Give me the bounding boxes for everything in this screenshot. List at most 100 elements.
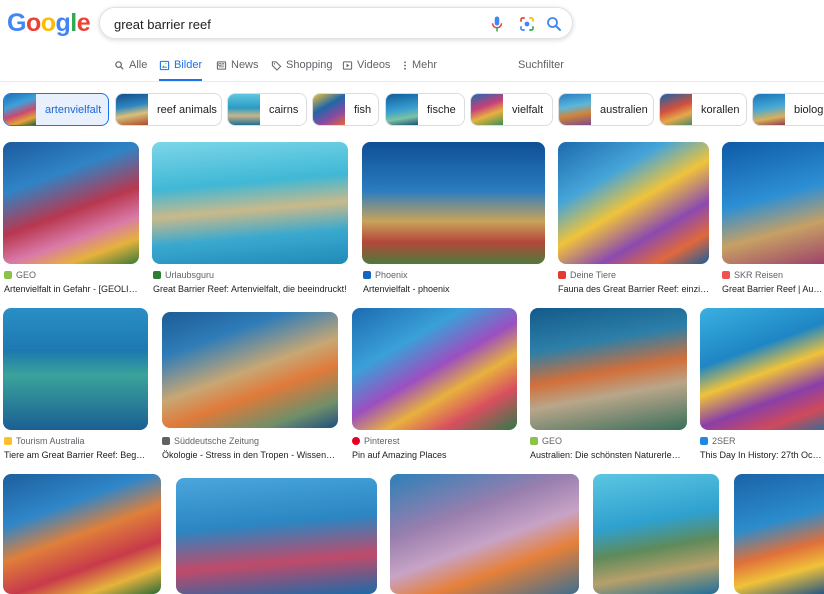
source-favicon	[722, 271, 730, 279]
chip-korallen[interactable]: korallen	[659, 93, 747, 126]
result-title[interactable]: This Day In History: 27th October	[700, 450, 824, 460]
result-image[interactable]	[3, 308, 148, 430]
tab-videos[interactable]: Videos	[342, 52, 390, 82]
lens-camera-icon[interactable]	[518, 15, 536, 33]
image-icon	[159, 60, 170, 71]
tab-label: Bilder	[174, 59, 203, 71]
chip-label: cairns	[269, 103, 299, 116]
result-source: SKR Reisen	[722, 270, 783, 280]
chip-cairns[interactable]: cairns	[227, 93, 307, 126]
source-favicon	[4, 271, 12, 279]
source-favicon	[4, 437, 12, 445]
result-image[interactable]	[530, 308, 687, 430]
result-title[interactable]: Great Barrier Reef: Artenvielfalt, die b…	[153, 284, 351, 294]
logo-letter: o	[25, 9, 41, 37]
chip-thumbnail	[4, 94, 36, 125]
source-name: Phoenix	[375, 270, 408, 280]
result-image[interactable]	[593, 474, 719, 594]
source-name: 2SER	[712, 436, 736, 446]
chip-label: reef animals	[157, 103, 217, 116]
result-image[interactable]	[734, 474, 824, 594]
result-source: Tourism Australia	[4, 436, 85, 446]
result-image[interactable]	[352, 308, 517, 430]
play-icon	[342, 61, 353, 70]
tab-label: News	[231, 59, 259, 71]
source-name: SKR Reisen	[734, 270, 784, 280]
chip-thumbnail	[313, 94, 345, 125]
result-title[interactable]: Australien: Die schönsten Naturerlebn...	[530, 450, 685, 460]
source-name: Urlaubsguru	[165, 270, 215, 280]
tabs-divider	[0, 81, 824, 82]
result-title[interactable]: Pin auf Amazing Places	[352, 450, 517, 460]
result-image[interactable]	[162, 312, 338, 428]
logo-letter: G	[7, 9, 26, 37]
suchfilter-label: Suchfilter	[518, 59, 564, 71]
result-image[interactable]	[390, 474, 579, 594]
result-image[interactable]	[558, 142, 709, 264]
result-title[interactable]: Artenvielfalt - phoenix	[363, 284, 548, 294]
search-icon	[115, 61, 124, 70]
chip-thumbnail	[228, 94, 260, 125]
google-logo[interactable]: Google	[7, 9, 91, 38]
result-image[interactable]	[3, 474, 161, 594]
suchfilter-button[interactable]: Suchfilter	[518, 52, 564, 82]
logo-letter: g	[55, 9, 71, 37]
result-source: Süddeutsche Zeitung	[162, 436, 259, 446]
source-name: Süddeutsche Zeitung	[174, 436, 260, 446]
source-favicon	[162, 437, 170, 445]
result-title[interactable]: Tiere am Great Barrier Reef: Begeg...	[4, 450, 146, 460]
search-box	[99, 7, 573, 39]
result-title[interactable]: Fauna des Great Barrier Reef: einziga...	[558, 284, 710, 294]
result-image[interactable]	[176, 478, 377, 594]
result-source: Pinterest	[352, 436, 400, 446]
source-favicon	[700, 437, 708, 445]
source-name: GEO	[542, 436, 563, 446]
source-favicon	[153, 271, 161, 279]
result-title[interactable]: Ökologie - Stress in den Tropen - Wissen…	[162, 450, 337, 460]
result-image[interactable]	[700, 308, 824, 430]
search-input[interactable]	[114, 15, 474, 33]
source-name: GEO	[16, 270, 37, 280]
pinterest-icon	[352, 437, 360, 445]
chip-fische[interactable]: fische	[385, 93, 465, 126]
chip-biologie[interactable]: biologie	[752, 93, 824, 126]
tab-news[interactable]: News	[216, 52, 259, 82]
tab-label: Videos	[357, 59, 391, 71]
tab-mehr[interactable]: Mehr	[402, 52, 437, 82]
chip-label: vielfalt	[512, 103, 544, 116]
chip-thumbnail	[116, 94, 148, 125]
chip-label: biologie	[794, 103, 824, 116]
chip-reef-animals[interactable]: reef animals	[115, 93, 222, 126]
source-name: Tourism Australia	[16, 436, 85, 446]
source-name: Deine Tiere	[570, 270, 617, 280]
tab-bilder[interactable]: Bilder	[159, 52, 203, 82]
more-vert-icon	[404, 61, 406, 70]
source-favicon	[558, 271, 566, 279]
result-image[interactable]	[362, 142, 545, 264]
result-title[interactable]: Artenvielfalt in Gefahr - [GEOLINO]	[4, 284, 144, 294]
result-image[interactable]	[3, 142, 139, 264]
result-source: Deine Tiere	[558, 270, 616, 280]
tab-alle[interactable]: Alle	[114, 52, 147, 82]
chip-fish[interactable]: fish	[312, 93, 379, 126]
tab-label: Mehr	[412, 59, 438, 71]
result-source: Phoenix	[363, 270, 408, 280]
result-source: GEO	[4, 270, 36, 280]
chip-label: australien	[600, 103, 648, 116]
logo-letter: e	[76, 9, 91, 37]
chip-vielfalt[interactable]: vielfalt	[470, 93, 553, 126]
microphone-icon[interactable]	[488, 15, 506, 33]
chip-label: artenvielfalt	[45, 103, 102, 116]
result-image[interactable]	[152, 142, 348, 264]
search-tabs: Alle Bilder News Shopping Videos Mehr Su…	[0, 52, 824, 82]
chip-artenvielfalt[interactable]: artenvielfalt	[3, 93, 109, 126]
tab-shopping[interactable]: Shopping	[271, 52, 333, 82]
result-image[interactable]	[722, 142, 824, 264]
tab-label: Alle	[129, 59, 148, 71]
chip-thumbnail	[471, 94, 503, 125]
chip-australien[interactable]: australien	[558, 93, 654, 126]
result-title[interactable]: Great Barrier Reef | Australie	[722, 284, 824, 294]
search-icon[interactable]	[545, 15, 563, 33]
chip-label: fish	[354, 103, 372, 116]
tab-label: Shopping	[286, 59, 333, 71]
